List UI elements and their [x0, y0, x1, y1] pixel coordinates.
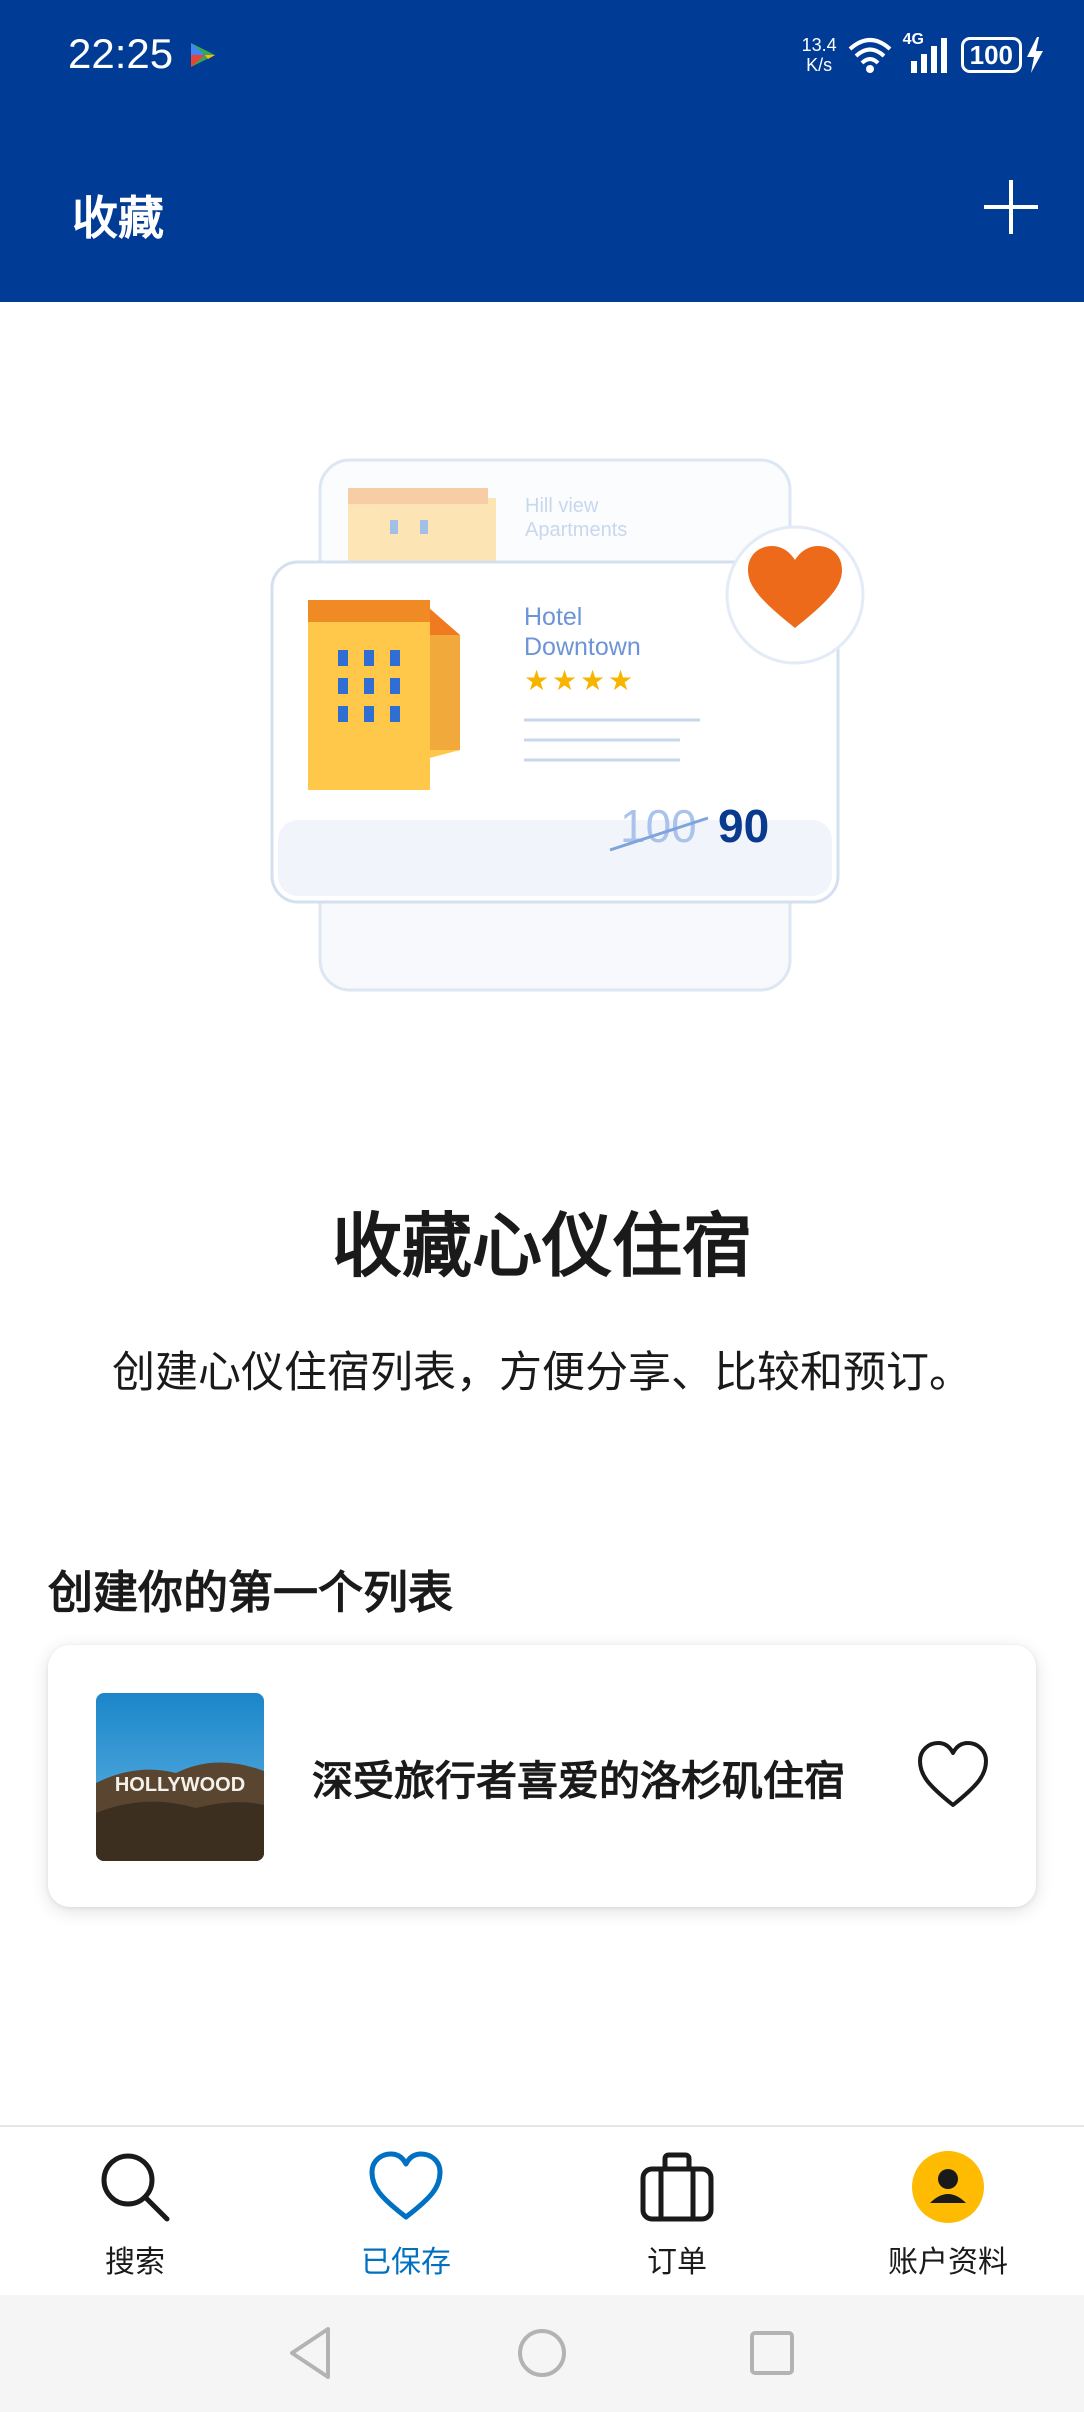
network-speed: 13.4 K/s: [802, 35, 837, 75]
nav-label-bookings: 订单: [647, 2245, 707, 2280]
empty-state-subtitle: 创建心仪住宿列表，方便分享、比较和预订。: [112, 1348, 972, 1398]
home-icon[interactable]: [510, 2321, 574, 2385]
section-title: 创建你的第一个列表: [48, 1566, 454, 1619]
app-notification-icon: [191, 43, 215, 67]
hollywood-sign-text: HOLLYWOOD: [115, 1774, 245, 1796]
heart-outline-icon: [918, 1741, 988, 1807]
list-thumbnail: HOLLYWOOD: [96, 1693, 264, 1861]
status-bar: 22:25 13.4 K/s 4G 100: [0, 0, 1084, 112]
network-speed-unit: K/s: [806, 55, 833, 75]
plus-icon: [984, 180, 1038, 234]
briefcase-icon: [640, 2152, 714, 2222]
star-icon: ★: [524, 664, 549, 697]
star-icon: ★: [580, 664, 605, 697]
list-title: 深受旅行者喜爱的洛杉矶住宿: [312, 1757, 845, 1805]
search-icon: [101, 2153, 170, 2222]
nav-label-search: 搜索: [105, 2245, 165, 2280]
front-card-title-1: Hotel: [524, 603, 582, 631]
status-time: 22:25: [68, 30, 174, 77]
nav-label-account: 账户资料: [888, 2245, 1008, 2280]
back-card-title-2: Apartments: [525, 519, 627, 541]
back-icon[interactable]: [280, 2321, 344, 2385]
battery: 100: [960, 37, 1044, 73]
nav-label-saved: 已保存: [361, 2245, 451, 2280]
charging-icon: [1027, 37, 1043, 73]
signal-icon: [910, 38, 947, 73]
network-speed-value: 13.4: [801, 35, 837, 55]
empty-state-headline: 收藏心仪住宿: [332, 1205, 752, 1287]
star-icon: ★: [608, 664, 633, 697]
new-price: 90: [718, 800, 769, 852]
suggested-list-card[interactable]: HOLLYWOOD 深受旅行者喜爱的洛杉矶住宿: [48, 1645, 1036, 1907]
status-indicators: 13.4 K/s 4G 100: [802, 30, 1044, 80]
system-navigation-bar: [0, 2295, 1084, 2412]
nav-item-search[interactable]: 搜索: [35, 2147, 235, 2287]
app-bar: 收藏: [0, 112, 1084, 302]
battery-level: 100: [960, 37, 1022, 73]
nav-item-account[interactable]: 账户资料: [848, 2147, 1048, 2287]
nav-item-bookings[interactable]: 订单: [577, 2147, 777, 2287]
nav-item-saved[interactable]: 已保存: [306, 2147, 506, 2287]
star-icon: ★: [552, 664, 577, 697]
cellular-signal: 4G: [903, 31, 951, 75]
recents-icon[interactable]: [740, 2321, 804, 2385]
bottom-navigation: 搜索 已保存 订单 账户资料: [0, 2125, 1084, 2295]
wifi-icon: [848, 38, 891, 73]
account-icon: [912, 2151, 984, 2223]
page-title: 收藏: [72, 191, 164, 245]
heart-icon: [369, 2151, 443, 2220]
back-card-title-1: Hill view: [525, 495, 599, 517]
save-list-button[interactable]: [914, 1737, 992, 1815]
add-list-button[interactable]: [976, 172, 1046, 242]
front-card-title-2: Downtown: [524, 633, 641, 661]
empty-state-illustration: Hill view Apartments Hotel Downtown ★ ★ …: [270, 458, 865, 992]
